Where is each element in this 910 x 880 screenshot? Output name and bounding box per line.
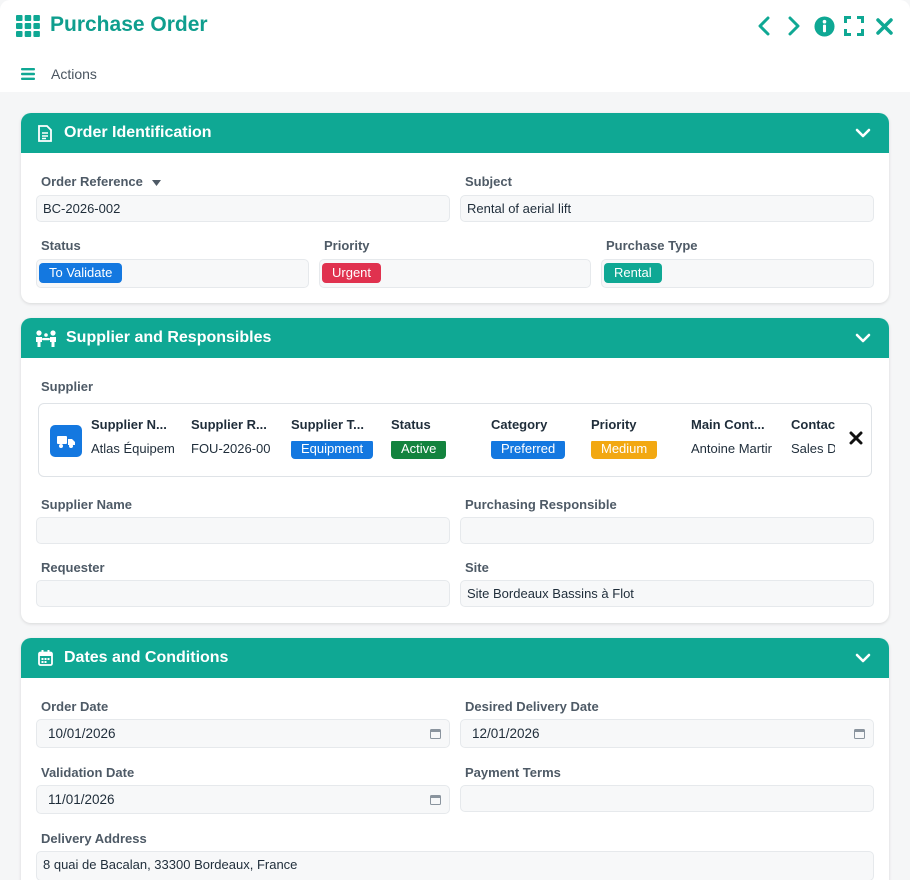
requester-field[interactable]	[36, 580, 450, 607]
purchasing-responsible-label: Purchasing Responsible	[465, 497, 617, 512]
remove-supplier-icon[interactable]	[849, 431, 863, 445]
validation-date-value: 11/01/2026	[48, 792, 115, 807]
dates-section-header[interactable]: Dates and Conditions	[21, 638, 889, 678]
supplier-col-category: Category Preferred	[491, 417, 581, 459]
order-identification-header[interactable]: Order Identification	[21, 113, 889, 153]
validation-date-field[interactable]: 11/01/2026	[36, 785, 450, 814]
chevron-right-icon	[788, 16, 800, 36]
status-label: Status	[41, 238, 81, 253]
order-reference-field[interactable]: BC-2026-002	[36, 195, 450, 222]
page-title: Purchase Order	[50, 13, 208, 36]
calendar-icon[interactable]	[430, 794, 441, 805]
requester-label: Requester	[41, 560, 105, 575]
supplier-section: Supplier and Responsibles Supplier Suppl…	[21, 318, 889, 623]
supplier-priority-badge: Medium	[591, 441, 658, 459]
supplier-col-main-contact: Main Cont... Antoine Martir	[691, 417, 772, 456]
section-title: Supplier and Responsibles	[66, 329, 272, 346]
order-identification-section: Order Identification Order Reference BC-…	[21, 113, 889, 303]
chevron-down-icon[interactable]	[855, 650, 871, 666]
priority-field[interactable]: Urgent	[319, 259, 591, 288]
supplier-col-type: Supplier T... Equipment	[291, 417, 381, 459]
supplier-col-name: Supplier N... Atlas Équipem	[91, 417, 175, 456]
order-date-field[interactable]: 10/01/2026	[36, 719, 450, 748]
delivery-address-field[interactable]: 8 quai de Bacalan, 33300 Bordeaux, Franc…	[36, 851, 874, 880]
purchase-type-label: Purchase Type	[606, 238, 698, 253]
chevron-down-icon[interactable]	[855, 125, 871, 141]
desired-delivery-label: Desired Delivery Date	[465, 699, 599, 714]
supplier-section-header[interactable]: Supplier and Responsibles	[21, 318, 889, 358]
desired-delivery-field[interactable]: 12/01/2026	[460, 719, 874, 748]
supplier-label: Supplier	[41, 379, 94, 394]
next-button[interactable]	[782, 14, 806, 38]
hamburger-icon	[21, 68, 35, 80]
section-title: Dates and Conditions	[64, 649, 229, 666]
status-badge: To Validate	[39, 263, 123, 283]
header-actions	[752, 14, 896, 38]
priority-label: Priority	[324, 238, 370, 253]
order-date-label: Order Date	[41, 699, 109, 714]
validation-date-label: Validation Date	[41, 765, 135, 780]
payment-terms-label: Payment Terms	[465, 765, 561, 780]
order-reference-label[interactable]: Order Reference	[41, 174, 161, 189]
supplier-col-status: Status Active	[391, 417, 481, 459]
delivery-address-label: Delivery Address	[41, 831, 147, 846]
window-header: Purchase Order Actions	[0, 0, 910, 92]
supplier-status-badge: Active	[391, 441, 447, 459]
subject-label: Subject	[465, 174, 512, 189]
supplier-card[interactable]: Supplier N... Atlas Équipem Supplier R..…	[38, 403, 872, 477]
section-title: Order Identification	[64, 124, 212, 141]
info-icon	[813, 15, 835, 37]
calendar-icon	[35, 648, 55, 668]
close-icon	[875, 17, 893, 35]
site-label: Site	[465, 560, 489, 575]
dates-section: Dates and Conditions Order Date 10/01/20…	[21, 638, 889, 880]
info-button[interactable]	[812, 14, 836, 38]
purchasing-responsible-field[interactable]	[460, 517, 874, 544]
subject-field[interactable]: Rental of aerial lift	[460, 195, 874, 222]
order-date-value: 10/01/2026	[48, 726, 116, 741]
supplier-name-label: Supplier Name	[41, 497, 133, 512]
expand-icon	[844, 16, 864, 36]
purchase-type-badge: Rental	[604, 263, 662, 283]
status-field[interactable]: To Validate	[36, 259, 309, 288]
supplier-category-badge: Preferred	[491, 441, 566, 459]
payment-terms-field[interactable]	[460, 785, 874, 812]
site-field[interactable]: Site Bordeaux Bassins à Flot	[460, 580, 874, 607]
actions-label: Actions	[51, 66, 97, 82]
chevron-down-icon[interactable]	[855, 330, 871, 346]
people-icon	[35, 328, 57, 348]
truck-icon	[50, 425, 82, 457]
supplier-col-contact: Contac Sales D	[791, 417, 835, 456]
supplier-col-reference: Supplier R... FOU-2026-00	[191, 417, 271, 456]
close-button[interactable]	[872, 14, 896, 38]
chevron-left-icon	[758, 16, 770, 36]
actions-menu[interactable]: Actions	[21, 66, 97, 82]
desired-delivery-value: 12/01/2026	[472, 726, 540, 741]
grid-icon[interactable]	[16, 15, 40, 37]
expand-button[interactable]	[842, 14, 866, 38]
purchase-type-field[interactable]: Rental	[601, 259, 874, 288]
priority-badge: Urgent	[322, 263, 382, 283]
supplier-name-field[interactable]	[36, 517, 450, 544]
supplier-col-priority: Priority Medium	[591, 417, 681, 459]
document-icon	[35, 123, 55, 143]
previous-button[interactable]	[752, 14, 776, 38]
calendar-icon[interactable]	[854, 728, 865, 739]
calendar-icon[interactable]	[430, 728, 441, 739]
supplier-type-badge: Equipment	[291, 441, 374, 459]
caret-down-icon	[151, 179, 161, 186]
